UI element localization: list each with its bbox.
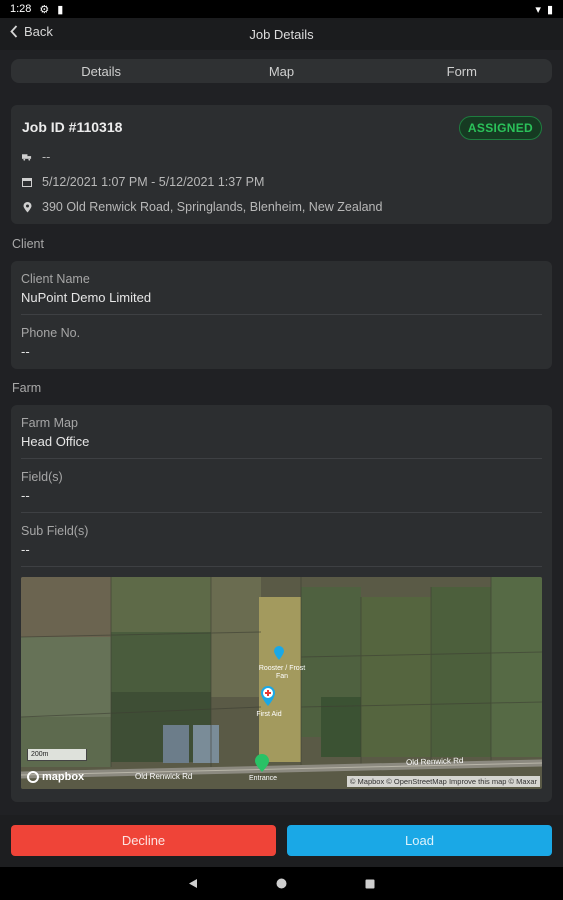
client-name-label: Client Name <box>21 272 90 286</box>
client-name-value: NuPoint Demo Limited <box>21 290 152 305</box>
map-marker[interactable] <box>260 685 276 707</box>
divider <box>21 512 542 513</box>
job-summary-card: Job ID #110318 ASSIGNED -- 5/12/2021 1:0… <box>11 105 552 224</box>
fields-value: -- <box>21 488 30 503</box>
battery-icon: ▮ <box>546 3 553 16</box>
nav-home-icon[interactable] <box>276 878 287 889</box>
nav-back-icon[interactable] <box>188 878 198 889</box>
app-header: Back Job Details <box>0 18 563 50</box>
job-address-value: 390 Old Renwick Road, Springlands, Blenh… <box>42 200 383 214</box>
marker-label: Rooster / Frost Fan <box>258 665 306 680</box>
status-time: 1:28 <box>10 3 32 15</box>
nav-recents-icon[interactable] <box>365 879 375 889</box>
divider <box>21 314 542 315</box>
client-name-field: Client Name NuPoint Demo Limited <box>21 272 542 305</box>
sim-card-icon: ▮ <box>57 3 64 16</box>
action-bar: Decline Load <box>0 815 563 867</box>
job-vehicle-value: -- <box>42 150 51 164</box>
farm-map-label: Farm Map <box>21 416 78 430</box>
map-marker[interactable] <box>254 753 270 773</box>
map-attribution[interactable]: © Mapbox © OpenStreetMap Improve this ma… <box>346 776 540 787</box>
system-nav-bar <box>0 867 563 900</box>
farm-map-field: Farm Map Head Office <box>21 416 542 449</box>
marker-label: Entrance <box>248 775 278 782</box>
calendar-icon <box>22 177 32 187</box>
map-pin-icon <box>274 646 284 660</box>
back-label: Back <box>24 24 53 39</box>
job-datetime-value: 5/12/2021 1:07 PM - 5/12/2021 1:37 PM <box>42 175 265 189</box>
farm-map-value: Head Office <box>21 434 90 449</box>
back-button[interactable]: Back <box>10 24 53 39</box>
truck-icon <box>22 153 32 161</box>
job-datetime-row: 5/12/2021 1:07 PM - 5/12/2021 1:37 PM <box>22 175 264 189</box>
client-card: Client Name NuPoint Demo Limited Phone N… <box>11 261 552 369</box>
mapbox-icon <box>27 771 39 783</box>
subfields-value: -- <box>21 542 30 557</box>
phone-field: Phone No. -- <box>21 326 542 359</box>
fields-label: Field(s) <box>21 470 63 484</box>
location-pin-icon <box>22 201 32 213</box>
fields-field: Field(s) -- <box>21 470 542 503</box>
tab-form[interactable]: Form <box>372 59 552 83</box>
farm-section-label: Farm <box>12 381 42 395</box>
map-scale: 200m <box>27 749 87 761</box>
client-section-label: Client <box>12 237 44 251</box>
map-marker[interactable] <box>273 645 285 661</box>
satellite-map[interactable]: Old Renwick Rd Old Renwick Rd Rooster / … <box>21 577 542 789</box>
tab-map[interactable]: Map <box>191 59 371 83</box>
job-address-row: 390 Old Renwick Road, Springlands, Blenh… <box>22 200 382 214</box>
road-label: Old Renwick Rd <box>135 772 193 781</box>
load-button[interactable]: Load <box>287 825 552 856</box>
map-pin-icon <box>255 754 269 772</box>
farm-card: Farm Map Head Office Field(s) -- Sub Fie… <box>11 405 552 802</box>
mapbox-logo[interactable]: mapbox <box>27 771 84 783</box>
settings-icon: ⚙ <box>39 3 50 16</box>
wifi-icon: ▾ <box>535 3 541 16</box>
divider <box>21 566 542 567</box>
job-id: Job ID #110318 <box>22 119 123 135</box>
phone-value: -- <box>21 344 30 359</box>
subfields-field: Sub Field(s) -- <box>21 524 542 557</box>
mapbox-logo-text: mapbox <box>42 771 85 783</box>
status-bar: 1:28 ⚙ ▮ ▾ ▮ <box>0 0 563 18</box>
subfields-label: Sub Field(s) <box>21 524 89 538</box>
tab-details[interactable]: Details <box>11 59 191 83</box>
page-title: Job Details <box>249 26 314 42</box>
divider <box>21 458 542 459</box>
job-vehicle-row: -- <box>22 150 50 164</box>
decline-button[interactable]: Decline <box>11 825 276 856</box>
phone-label: Phone No. <box>21 326 81 340</box>
status-badge: ASSIGNED <box>458 116 542 140</box>
marker-label: First Aid <box>256 711 282 718</box>
chevron-left-icon <box>10 25 18 38</box>
first-aid-icon <box>261 686 275 706</box>
map-imagery <box>21 577 542 789</box>
tab-bar: Details Map Form <box>11 59 552 83</box>
